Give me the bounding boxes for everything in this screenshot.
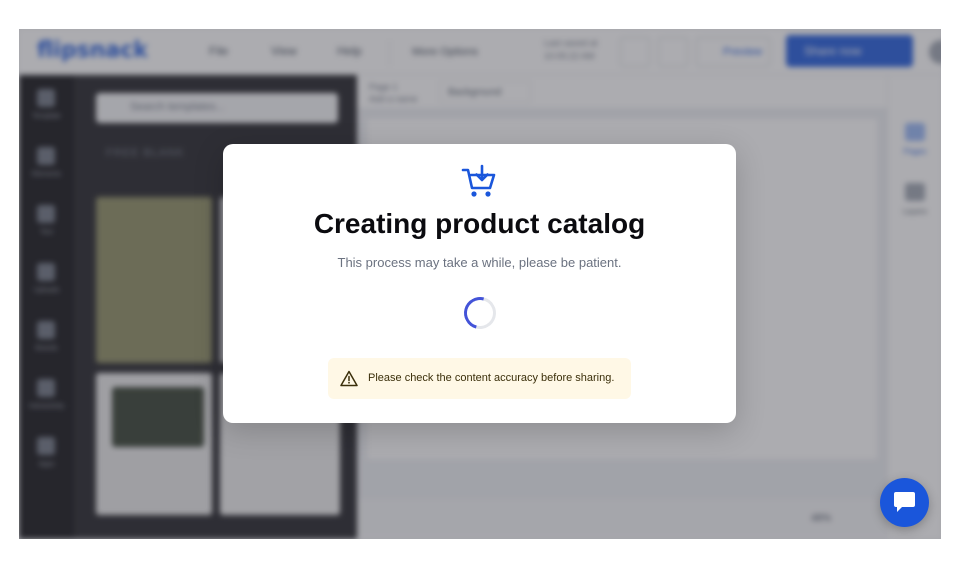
loading-spinner: [458, 291, 502, 335]
dialog-title: Creating product catalog: [313, 208, 646, 239]
dialog-subtitle: This process may take a while, please be…: [337, 255, 622, 270]
cart-plus-icon: [461, 164, 497, 200]
chat-bubble-icon: [894, 492, 915, 512]
progress-dialog: Creating product catalog This process ma…: [223, 144, 736, 423]
warning-notice: Please check the content accuracy before…: [328, 358, 631, 399]
chat-button[interactable]: [880, 478, 929, 527]
warning-triangle-icon: [340, 370, 358, 387]
warning-text: Please check the content accuracy before…: [368, 372, 615, 384]
